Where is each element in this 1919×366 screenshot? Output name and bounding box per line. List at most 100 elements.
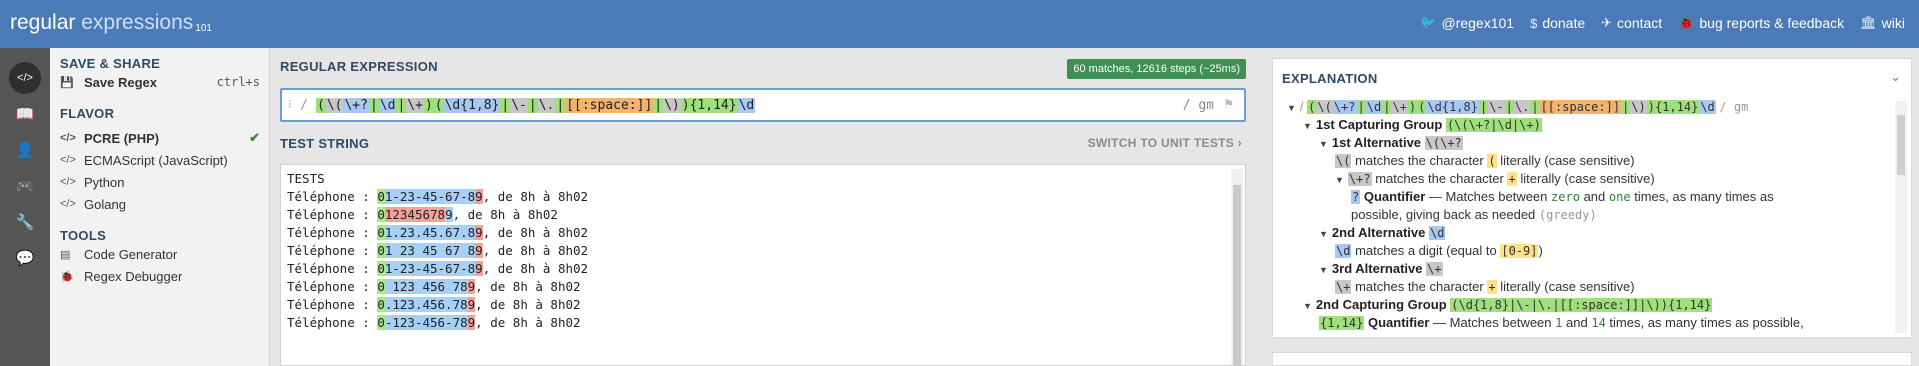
switch-unit-tests-button[interactable]: SWITCH TO UNIT TESTS › [1088,136,1242,150]
nav-wiki[interactable]: 🏛 wiki [1860,15,1905,31]
group-2-row: ▼ 2nd Capturing Group (\d{1,8}|\-|\.|[[:s… [1303,297,1713,312]
logo-expressions: expressions [75,11,194,34]
regex-token: | [555,98,566,113]
regex-token: \( [325,98,344,113]
save-regex-button[interactable]: 💾 Save Regex ctrl+s [60,70,260,94]
test-line-prefix: Téléphone : [287,225,378,240]
flag-icon[interactable]: ⚑ [1223,97,1234,111]
regex-input[interactable]: ⁝ / (\(\+? | \d | \+)(\d{1,8} | \- | \. | [[:space… [280,88,1246,122]
collapse-triangle-icon[interactable]: ▼ [1319,139,1328,149]
tool-label: Code Generator [84,246,178,262]
tool-regex-debugger[interactable]: 🐞 Regex Debugger [60,264,260,288]
left-sidebar: SAVE & SHARE 💾 Save Regex ctrl+s FLAVOR … [50,48,270,366]
save-share-heading: SAVE & SHARE [60,56,161,71]
group-2-regex: (\d{1,8}|\-|\.|[[:space:]]|\)){1,14} [1450,298,1713,312]
test-line-prefix: Téléphone : [287,207,378,222]
match-info-badge: 60 matches, 12616 steps (~25ms) [1067,59,1246,79]
chevron-down-icon[interactable]: ⌄ [1890,69,1901,85]
alt-1-char-token: \( [1335,154,1352,168]
regex-token: | [500,98,511,113]
alt-2-text-a: matches a digit (equal to [1355,243,1497,258]
collapse-triangle-icon[interactable]: ▼ [1335,175,1344,185]
flavor-option[interactable]: </> Python [60,170,260,194]
code-icon: </> [60,132,76,144]
alt-1-char-text: matches the character [1355,153,1484,168]
test-line: Téléphone : 0 123 456 789, de 8h à 8h02 [287,279,581,294]
regex-token: | [653,98,664,113]
library-book-icon[interactable]: 📖 [9,98,41,130]
regex-token: \d [378,98,397,113]
test-line-prefix: Téléphone : [287,315,378,330]
nav-regex101[interactable]: 🐦 @regex101 [1420,15,1514,31]
root-expression: (\(\+? | \d | \+)(\d{1,8} | \- | \. | [[:space:]] |… [1307,100,1716,114]
tool-code-generator[interactable]: ▤ Code Generator [60,242,260,266]
regex-token: | [1530,100,1540,114]
match-highlight: 9 [445,207,453,222]
flavor-option[interactable]: </> Golang [60,192,260,216]
chat-icon[interactable]: 💬 [9,242,41,274]
save-shortcut: ctrl+s [216,75,260,89]
test-scroll-thumb[interactable] [1233,185,1241,365]
drag-handle-icon[interactable]: ⁝ [288,97,292,111]
alt-2-text-b: ) [1538,243,1543,258]
settings-wrench-icon[interactable]: 🔧 [9,206,41,238]
flavor-option[interactable]: </> ECMAScript (JavaScript) [60,148,260,172]
quantifier-2-one: 1 [1555,316,1563,330]
match-highlight: 0 [377,207,385,222]
save-icon: 💾 [60,76,74,89]
match-highlight: 0 [377,261,385,276]
regex-editor-icon[interactable]: </> [9,62,41,94]
account-icon[interactable]: 👤 [9,134,41,166]
test-string-input[interactable]: TESTS Téléphone : 01-23-45-67-89, de 8h à… [280,164,1246,366]
match-highlight: .123.456.78 [384,297,468,312]
alt-1-plus-tail: literally (case sensitive) [1520,171,1655,186]
regex-token: ) [1407,100,1418,114]
explanation-scroll-thumb[interactable] [1897,115,1905,175]
alt-1-plus-token: \+? [1347,172,1372,186]
match-highlight: 9 [475,189,483,204]
quiz-icon[interactable]: 🎮 [9,170,41,202]
group-1-title: 1st Capturing Group [1315,117,1443,132]
test-scrollbar[interactable] [1231,169,1243,365]
root-delimiter: / [1299,99,1304,114]
nav-contact[interactable]: ✈ contact [1601,15,1662,31]
flavor-heading: FLAVOR [60,106,115,121]
regex-flags[interactable]: / gm [1183,98,1214,113]
regex-delimiter: / [300,98,308,113]
quantifier-text-b: times, as many times as [1634,189,1774,204]
regex-heading: REGULAR EXPRESSION [280,59,438,74]
alt-1-regex: \(\+? [1424,136,1463,150]
test-string-heading: TEST STRING [280,136,370,151]
test-line: Téléphone : 01 23 45 67 89, de 8h à 8h02 [287,243,588,258]
collapse-triangle-icon[interactable]: ▼ [1319,229,1328,239]
regex-expression[interactable]: (\(\+? | \d | \+)(\d{1,8} | \- | \. | [[:space:]] |… [316,98,756,113]
quantifier-text-a: — Matches between [1428,189,1548,204]
nav-donate[interactable]: $ donate [1530,15,1585,31]
flavor-option[interactable]: </> PCRE (PHP) ✔ [60,126,260,150]
match-highlight: 0 [377,189,385,204]
collapse-triangle-icon[interactable]: ▼ [1287,103,1296,113]
main-editor: REGULAR EXPRESSION 60 matches, 12616 ste… [271,48,1256,366]
regex-token: \+? [343,98,369,113]
collapse-triangle-icon[interactable]: ▼ [1303,121,1312,131]
match-highlight: 0 [377,279,385,294]
flavor-label: Golang [84,196,126,212]
tool-label: Regex Debugger [84,268,183,284]
collapse-triangle-icon[interactable]: ▼ [1303,301,1312,311]
twitter-icon: 🐦 [1420,15,1437,30]
collapse-triangle-icon[interactable]: ▼ [1319,265,1328,275]
chevron-right-icon: › [1237,136,1242,150]
app-logo[interactable]: regular expressions 101 [10,11,212,35]
match-highlight: 1-23-45-67-8 [384,261,476,276]
test-line: Téléphone : 01.23.45.67.89, de 8h à 8h02 [287,225,588,240]
test-line-suffix: , de 8h à 8h02 [482,189,589,204]
library-icon: 🏛 [1860,15,1877,30]
quantifier-2-token: {1,14} [1319,316,1365,330]
nav-bug-reports-feedback[interactable]: 🐞 bug reports & feedback [1678,15,1844,31]
alt-1-row: ▼ 1st Alternative \(\+? [1319,135,1463,150]
quantifier-2-text-b: times, as many times as possible, [1609,315,1804,330]
explanation-scrollbar[interactable] [1895,101,1907,333]
test-line-prefix: Téléphone : [287,261,378,276]
flavor-label: PCRE (PHP) [84,130,160,146]
quantifier-row-2: possible, giving back as needed (greedy) [1351,207,1597,222]
